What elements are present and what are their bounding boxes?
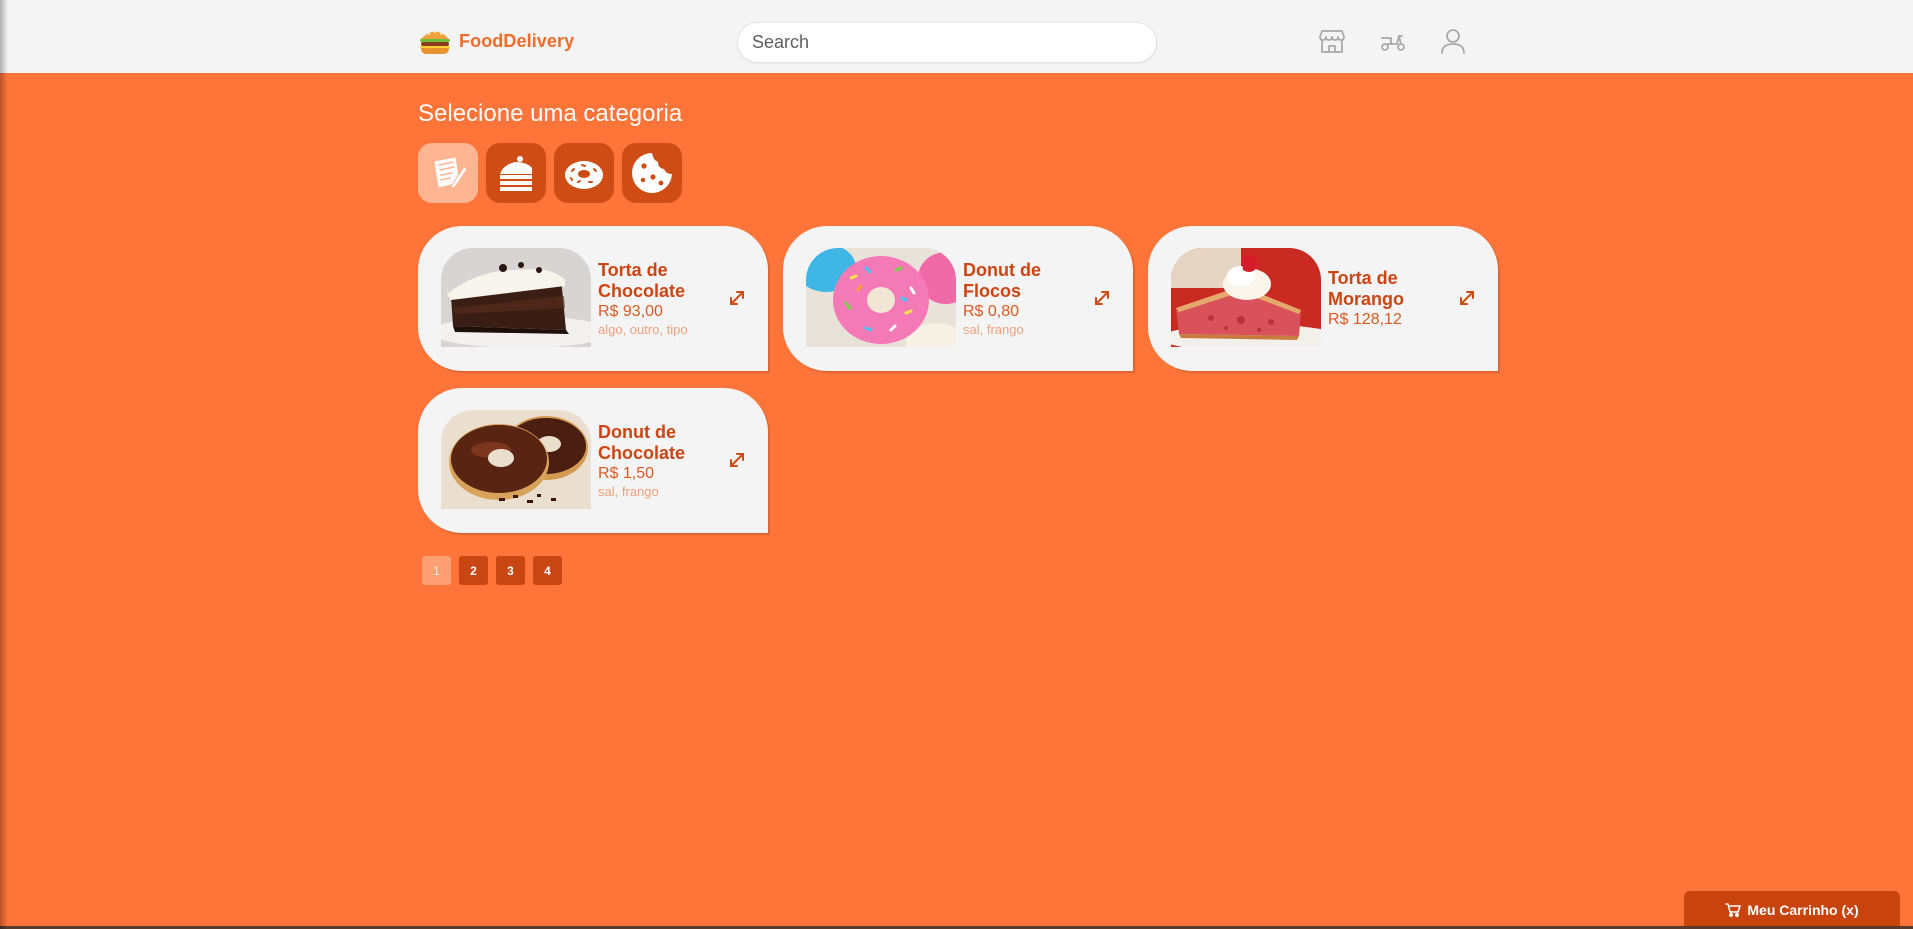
product-price: R$ 128,12 (1328, 310, 1402, 328)
product-info: Donut de Chocolate R$ 1,50 sal, frango (598, 388, 718, 533)
page-button-1[interactable]: 1 (422, 556, 451, 585)
delivery-scooter-icon[interactable] (1378, 26, 1408, 56)
cart-label: Meu Carrinho (x) (1747, 902, 1859, 918)
search-input[interactable] (737, 22, 1157, 63)
strawberry-pie-photo (1171, 248, 1321, 347)
product-price: R$ 93,00 (598, 302, 663, 320)
product-info: Donut de Flocos R$ 0,80 sal, frango (963, 226, 1083, 371)
product-name: Chocolate (598, 442, 686, 463)
product-name: Flocos (963, 280, 1022, 301)
product-name: Donut de (598, 421, 676, 442)
cake-slice-icon (500, 156, 532, 191)
cookie-icon (632, 153, 672, 193)
category-menu-button[interactable] (418, 143, 478, 203)
product-card[interactable]: Torta de Morango R$ 128,12 (1148, 226, 1498, 371)
menu-list-icon (433, 156, 468, 189)
expand-icon[interactable] (728, 451, 746, 469)
cart-button[interactable]: Meu Carrinho (x) (1684, 891, 1900, 929)
product-price: R$ 1,50 (598, 464, 655, 482)
product-info: Torta de Chocolate R$ 93,00 algo, outro,… (598, 226, 718, 371)
user-icon[interactable] (1438, 26, 1468, 56)
donut-icon (565, 161, 603, 189)
product-name: Morango (1328, 288, 1404, 309)
product-price: R$ 0,80 (963, 302, 1020, 320)
page-button-3[interactable]: 3 (496, 556, 525, 585)
product-tags: sal, frango (598, 483, 659, 499)
expand-icon[interactable] (1093, 289, 1111, 307)
page-button-2[interactable]: 2 (459, 556, 488, 585)
sprinkle-donut-photo (806, 248, 956, 347)
product-name: Torta de (1328, 267, 1398, 288)
top-navbar: FoodDelivery (0, 0, 1913, 73)
product-tags: sal, frango (963, 321, 1024, 337)
expand-icon[interactable] (1458, 289, 1476, 307)
burger-logo-icon (420, 31, 450, 54)
chocolate-pie-photo (441, 248, 591, 347)
expand-icon[interactable] (728, 289, 746, 307)
product-name: Chocolate (598, 280, 686, 301)
store-icon[interactable] (1317, 26, 1347, 56)
product-card[interactable]: Donut de Flocos R$ 0,80 sal, frango (783, 226, 1133, 371)
brand-name: FoodDelivery (459, 30, 575, 51)
product-tags: algo, outro, tipo (598, 321, 688, 337)
product-card[interactable]: Donut de Chocolate R$ 1,50 sal, frango (418, 388, 768, 533)
window-edge-shadow (0, 0, 8, 929)
category-heading: Selecione uma categoria (418, 100, 683, 127)
page-button-4[interactable]: 4 (533, 556, 562, 585)
chocolate-donut-photo (441, 410, 591, 509)
category-cookies-button[interactable] (622, 143, 682, 203)
category-donuts-button[interactable] (554, 143, 614, 203)
pagination: 1 2 3 4 (422, 556, 562, 585)
category-selector (418, 143, 682, 203)
product-card[interactable]: Torta de Chocolate R$ 93,00 algo, outro,… (418, 226, 768, 371)
category-cakes-button[interactable] (486, 143, 546, 203)
product-info: Torta de Morango R$ 128,12 (1328, 226, 1448, 371)
cart-icon (1725, 903, 1742, 917)
brand[interactable]: FoodDelivery (418, 26, 574, 56)
product-name: Donut de (963, 259, 1041, 280)
product-name: Torta de (598, 259, 668, 280)
